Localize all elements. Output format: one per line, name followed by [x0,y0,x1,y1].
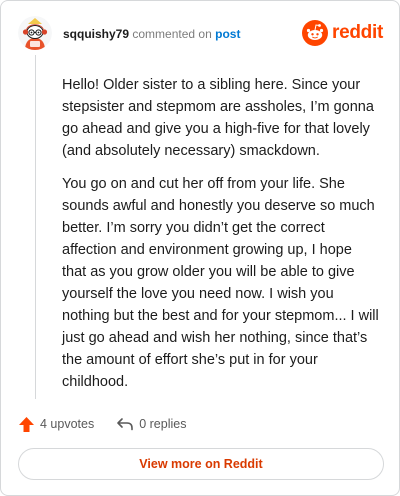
comment-action-text: commented on [132,27,212,41]
thread-line [35,55,36,399]
post-link[interactable]: post [215,27,240,41]
replies-count: 0 replies [139,417,187,431]
upvotes-stat[interactable]: 4 upvotes [18,416,94,433]
replies-stat[interactable]: 0 replies [116,416,186,432]
view-more-button[interactable]: View more on Reddit [18,448,384,480]
avatar-icon [18,16,52,50]
reddit-comment-embed: sqquishy79 commented on post reddit Hell… [0,0,400,496]
reply-arrow-icon [117,418,134,431]
reddit-logo[interactable]: reddit [302,20,383,46]
reddit-snoo-icon [302,20,329,46]
username-link[interactable]: sqquishy79 [63,27,129,41]
comment-body: Hello! Older sister to a sibling here. S… [62,74,380,404]
comment-header: sqquishy79 commented on post reddit [18,15,383,55]
upvotes-count: 4 upvotes [40,417,95,431]
comment-paragraph: You go on and cut her off from your life… [62,176,379,390]
comment-meta: sqquishy79 commented on post [63,27,240,41]
reddit-wordmark: reddit [332,22,383,43]
avatar[interactable] [18,16,52,50]
comment-footer: 4 upvotes 0 replies [18,413,186,435]
upvote-arrow-icon [19,416,34,432]
comment-paragraph: Hello! Older sister to a sibling here. S… [62,77,374,159]
